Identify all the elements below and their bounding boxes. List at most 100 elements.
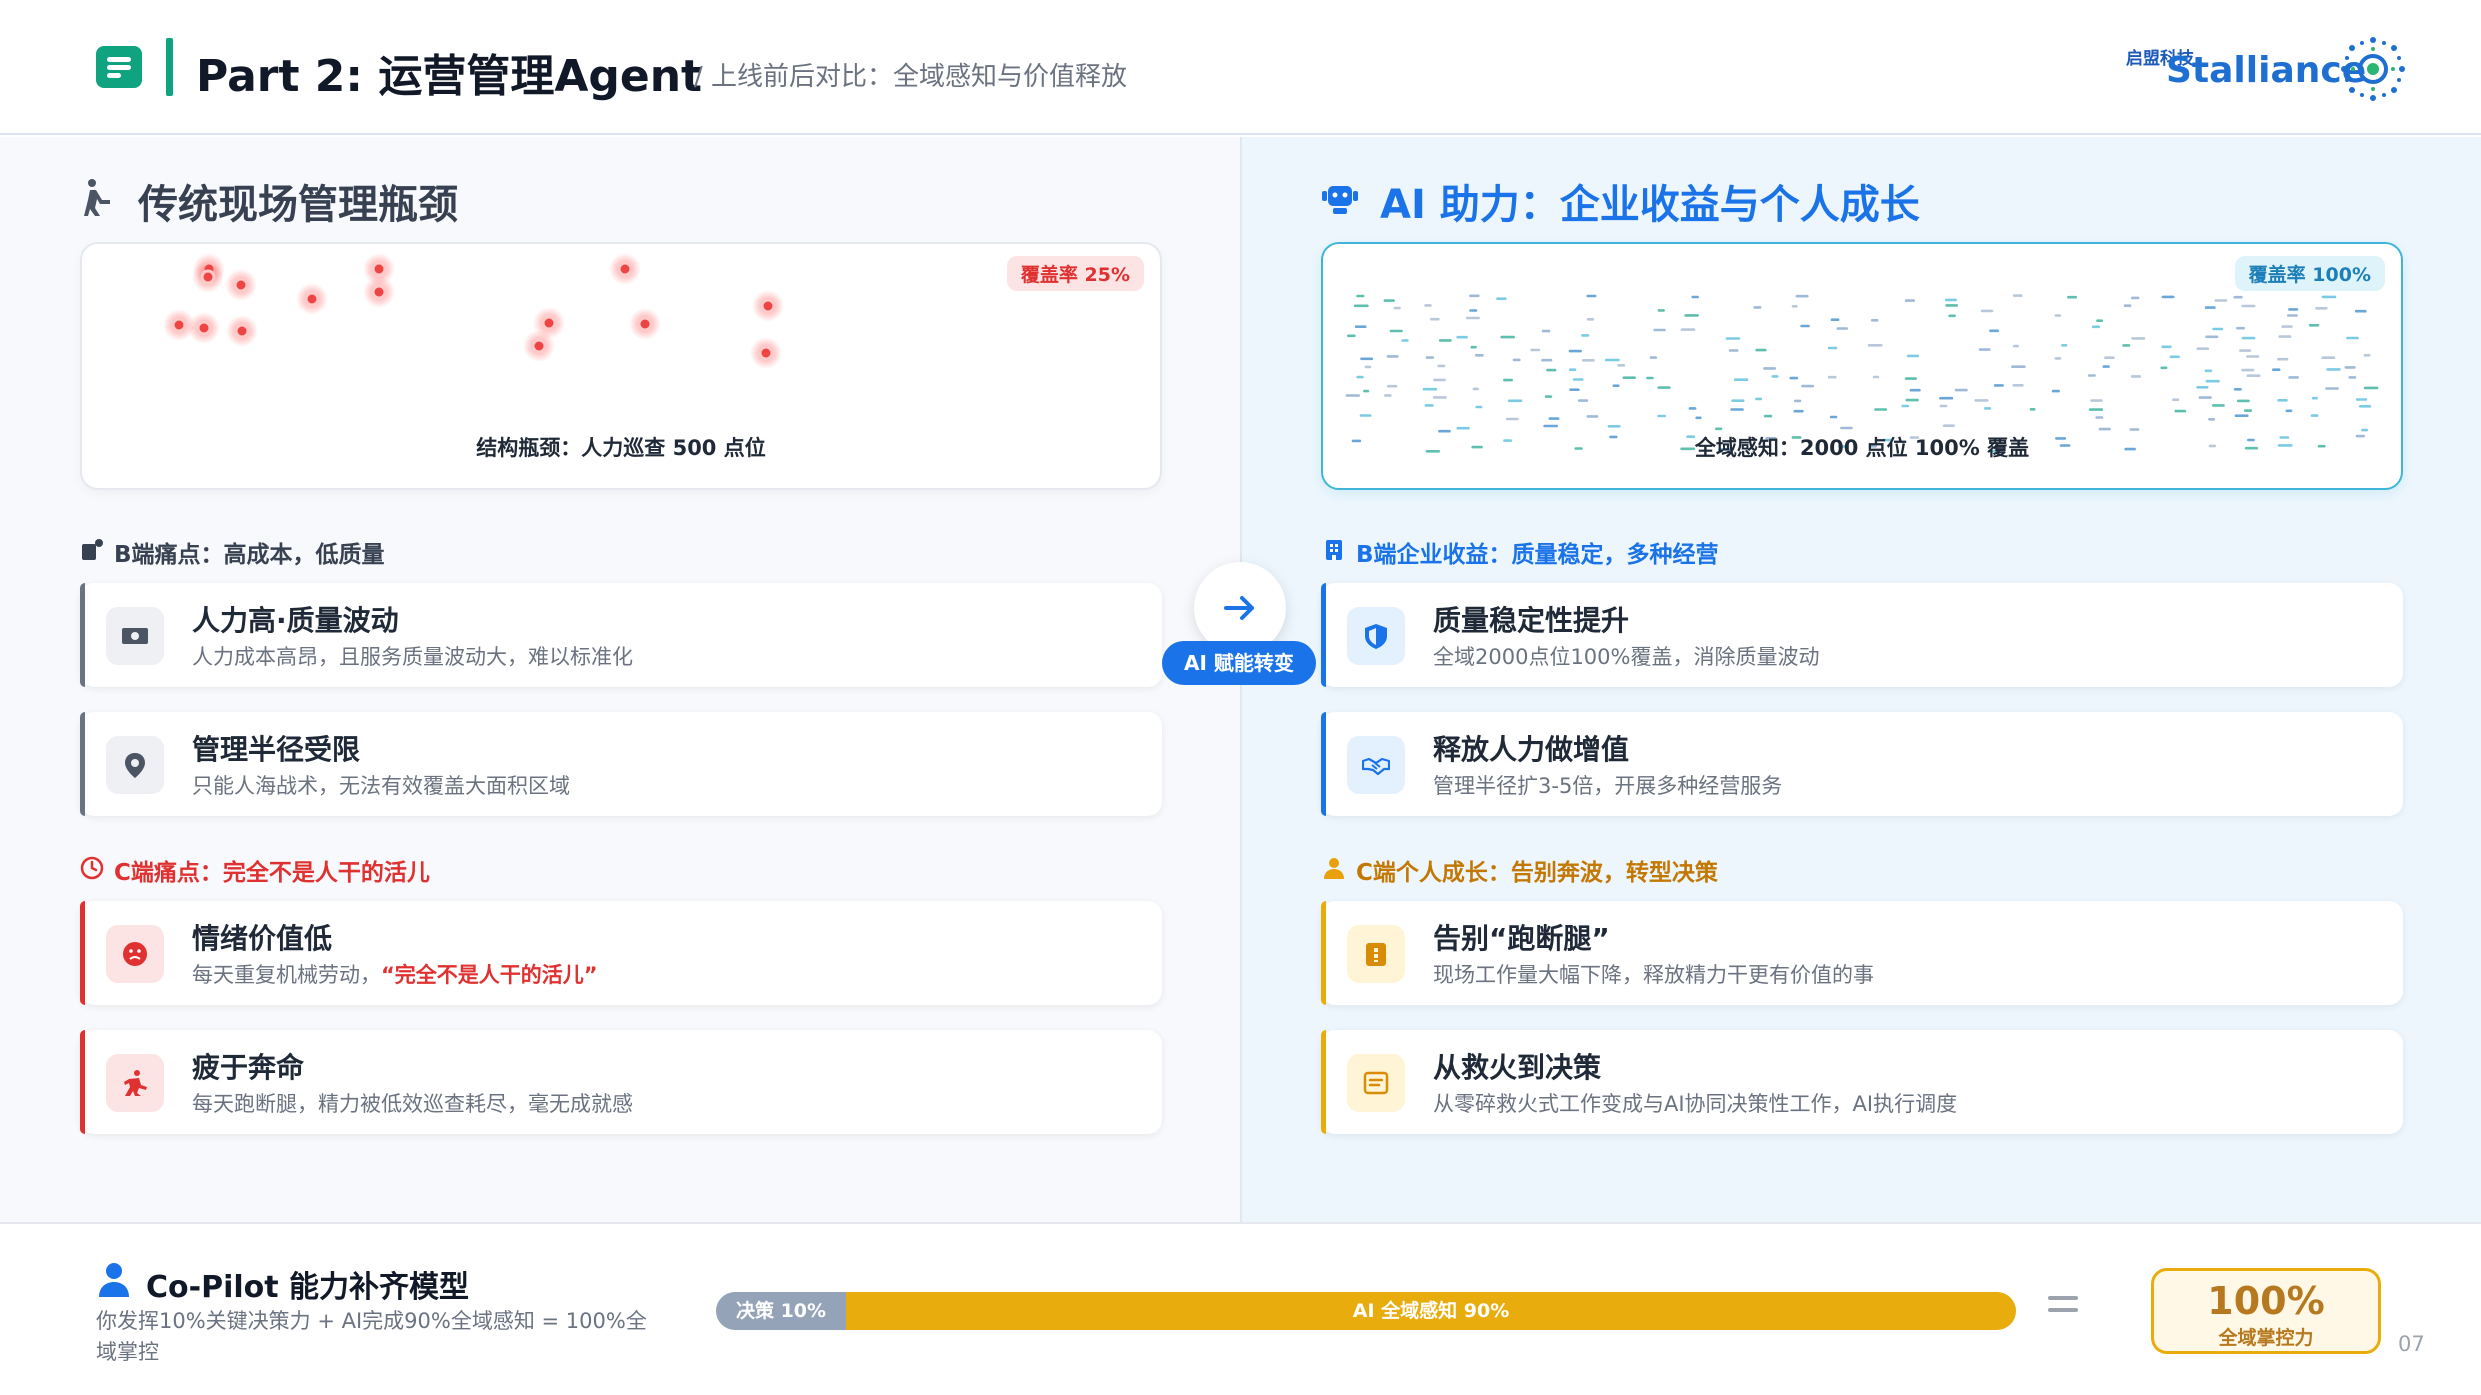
sensor-point <box>1387 384 1398 388</box>
card-title: 质量稳定性提升 <box>1433 604 1630 637</box>
card-title: 疲于奔命 <box>192 1051 305 1084</box>
sensor-point <box>2211 404 2225 407</box>
sensor-point <box>1728 349 1739 352</box>
sensor-point <box>1793 399 1802 403</box>
sensor-point <box>2236 326 2245 330</box>
robot-icon <box>1322 186 1358 214</box>
sensor-point <box>1401 339 1409 342</box>
sensor-point <box>2281 325 2293 328</box>
sad-face-icon <box>106 925 164 983</box>
sensor-point <box>2012 294 2023 297</box>
sensor-point <box>1469 309 1478 312</box>
running-person-icon <box>106 1054 164 1112</box>
benefit-card-quality: 质量稳定性提升 全域2000点位100%覆盖，消除质量波动 <box>1321 583 2403 687</box>
left-viz-caption: 结构瓶颈：人力巡查 500 点位 <box>476 436 766 460</box>
card-desc: 每天重复机械劳动，“完全不是人干的活儿” <box>192 963 598 987</box>
clipboard-icon <box>1347 925 1405 983</box>
right-c-heading: C端个人成长：告别奔波，转型决策 <box>1356 860 1718 886</box>
sensor-point <box>2241 336 2256 340</box>
sensor-point <box>1653 328 1666 332</box>
clock-icon <box>80 856 104 880</box>
sensor-point <box>1578 399 1589 402</box>
sensor-point <box>1347 334 1356 338</box>
sensor-point <box>1393 306 1401 310</box>
sensor-point <box>1581 334 1590 337</box>
sensor-point <box>2315 307 2328 310</box>
sensor-point <box>1791 305 1798 308</box>
sensor-point <box>2321 295 2337 299</box>
sensor-point <box>1604 358 1620 362</box>
sensor-point <box>1680 328 1696 331</box>
sensor-point <box>1572 378 1584 381</box>
equals-icon <box>2048 1284 2080 1324</box>
sensor-point <box>2348 376 2357 379</box>
right-section-title: AI 助力：企业收益与个人成长 <box>1380 182 1920 228</box>
desc-highlight: “完全不是人干的活儿” <box>381 963 598 987</box>
sensor-point <box>1980 309 1994 313</box>
sensor-point <box>2310 414 2319 417</box>
sensor-point <box>1363 389 1370 393</box>
sensor-point <box>2061 344 2068 347</box>
sensor-point <box>2130 375 2142 378</box>
left-c-heading: C端痛点：完全不是人干的活儿 <box>114 860 430 886</box>
patrol-point <box>541 315 557 331</box>
sensor-point <box>2129 428 2140 431</box>
patrol-point <box>200 269 216 285</box>
page-number: 07 <box>2398 1332 2425 1356</box>
card-desc: 从零碎救火式工作变成与AI协同决策性工作，AI执行调度 <box>1433 1092 1958 1116</box>
sensor-point <box>1541 358 1553 362</box>
sensor-point <box>1512 358 1521 362</box>
location-pin-icon <box>106 736 164 794</box>
sensor-point <box>1763 367 1776 370</box>
result-box: 100% 全域掌控力 <box>2151 1268 2381 1354</box>
sensor-point <box>1541 329 1551 333</box>
sensor-point <box>2246 374 2261 377</box>
sensor-point <box>2087 374 2096 377</box>
sensor-point <box>2131 337 2146 340</box>
sensor-point <box>1360 357 1374 361</box>
sensor-point <box>1345 394 1360 397</box>
sensor-point <box>1731 399 1745 402</box>
sensor-point <box>2288 308 2299 311</box>
sensor-point <box>1507 399 1523 403</box>
sensor-point <box>2091 325 2101 329</box>
sensor-point <box>2095 416 2104 419</box>
sensor-point <box>1771 375 1779 378</box>
sensor-point <box>1827 375 1837 379</box>
sensor-point <box>1789 376 1799 380</box>
sensor-point <box>1906 354 1919 358</box>
sensor-point <box>1548 417 1560 420</box>
sensor-point <box>2234 414 2249 417</box>
logo-dots-icon <box>2341 37 2405 101</box>
result-value: 100% <box>2207 1279 2325 1323</box>
benefit-card-decision: 从救火到决策 从零碎救火式工作变成与AI协同决策性工作，AI执行调度 <box>1321 1030 2403 1134</box>
right-viz-caption: 全域感知：2000 点位 100% 覆盖 <box>1694 436 2030 460</box>
sensor-point <box>1475 354 1484 357</box>
sensor-point <box>1386 355 1399 358</box>
sensor-point <box>2161 345 2172 349</box>
patrol-point <box>171 317 187 333</box>
sensor-point <box>1954 388 1968 392</box>
sensor-point <box>1872 375 1880 379</box>
sensor-point <box>1568 349 1582 353</box>
sensor-point <box>2098 427 2111 431</box>
pain-card-limited-radius: 管理半径受限 只能人海战术，无法有效覆盖大面积区域 <box>80 712 1162 816</box>
sensor-point <box>1684 314 1699 317</box>
sensor-point <box>1500 335 1515 339</box>
sensor-point <box>1456 426 1470 430</box>
sensor-point <box>2160 366 2168 370</box>
sensor-point <box>1909 388 1921 392</box>
sensor-point <box>1901 404 1910 408</box>
sensor-point <box>2131 296 2140 300</box>
sensor-point <box>1364 365 1372 369</box>
coin-hand-icon <box>82 539 103 560</box>
sensor-point <box>1800 324 1810 328</box>
sensor-point <box>2196 386 2209 389</box>
handshake-icon <box>1347 736 1405 794</box>
sensor-point <box>2354 309 2367 313</box>
sensor-point <box>1945 298 1957 302</box>
patrol-point <box>760 298 776 314</box>
sensor-point <box>1733 378 1749 381</box>
sensor-point <box>1425 356 1434 359</box>
sensor-point <box>2122 344 2131 347</box>
